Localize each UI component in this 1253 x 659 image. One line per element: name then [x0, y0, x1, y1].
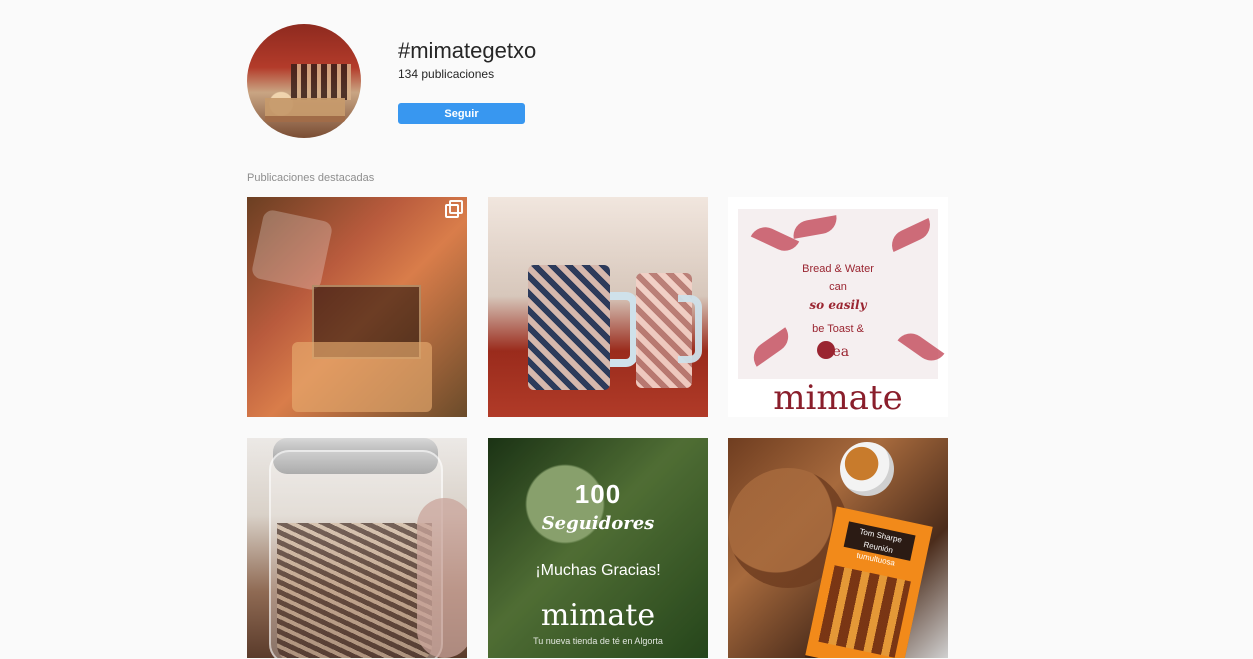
hashtag-avatar	[247, 24, 361, 138]
brand-tagline: Tu nueva tienda de té en Algorta	[533, 636, 663, 646]
post-tile-6[interactable]: Tom Sharpe Reunión tumultuosa	[728, 438, 948, 658]
multiple-posts-icon	[445, 200, 463, 218]
post-tile-2[interactable]	[488, 197, 708, 417]
post-tile-3[interactable]: Bread & Water can so easily be Toast & t…	[728, 197, 948, 417]
hashtag-title: #mimategetxo	[398, 38, 537, 63]
book-title: Reunión tumultuosa	[855, 539, 896, 568]
leaf-icon	[790, 215, 840, 239]
post-tile-1[interactable]	[247, 197, 467, 417]
tea-cup	[840, 442, 894, 496]
graphic-line-4: be Toast &	[812, 323, 864, 335]
leaf-icon	[750, 222, 800, 256]
milestone-subtitle: Seguidores	[541, 513, 655, 534]
leaf-icon	[886, 218, 936, 252]
milestone-number: 100	[574, 479, 622, 509]
post-tile-5[interactable]: 100 Seguidores ¡Muchas Gracias! mimate T…	[488, 438, 708, 658]
mug-2-handle	[678, 295, 702, 363]
graphic-line-3: so easily	[809, 298, 867, 312]
featured-posts-title: Publicaciones destacadas	[247, 172, 375, 184]
tea-leaves	[277, 523, 432, 658]
shop-drawers	[292, 342, 432, 412]
graphic-line-5: tea	[826, 344, 850, 360]
hand	[417, 498, 467, 658]
post-tile-4[interactable]	[247, 438, 467, 658]
hashtag-header: #mimategetxo 134 publicaciones Seguir	[247, 24, 947, 140]
graphic-line-2: can	[829, 281, 847, 293]
follow-button[interactable]: Seguir	[398, 103, 525, 124]
posts-count: 134 publicaciones	[398, 67, 495, 81]
shop-sign	[250, 208, 334, 292]
thanks-text: ¡Muchas Gracias!	[535, 562, 661, 579]
mug-1	[528, 265, 610, 390]
graphic-line-1: Bread & Water	[802, 263, 874, 275]
brand-logo-text: mimate	[773, 378, 903, 417]
book-cover-art	[818, 565, 911, 658]
brand-logo-text: mimate	[540, 598, 656, 633]
mug-1-handle	[610, 292, 638, 367]
featured-posts-grid: Bread & Water can so easily be Toast & t…	[247, 197, 948, 659]
book-label: Tom Sharpe Reunión tumultuosa	[843, 521, 916, 568]
